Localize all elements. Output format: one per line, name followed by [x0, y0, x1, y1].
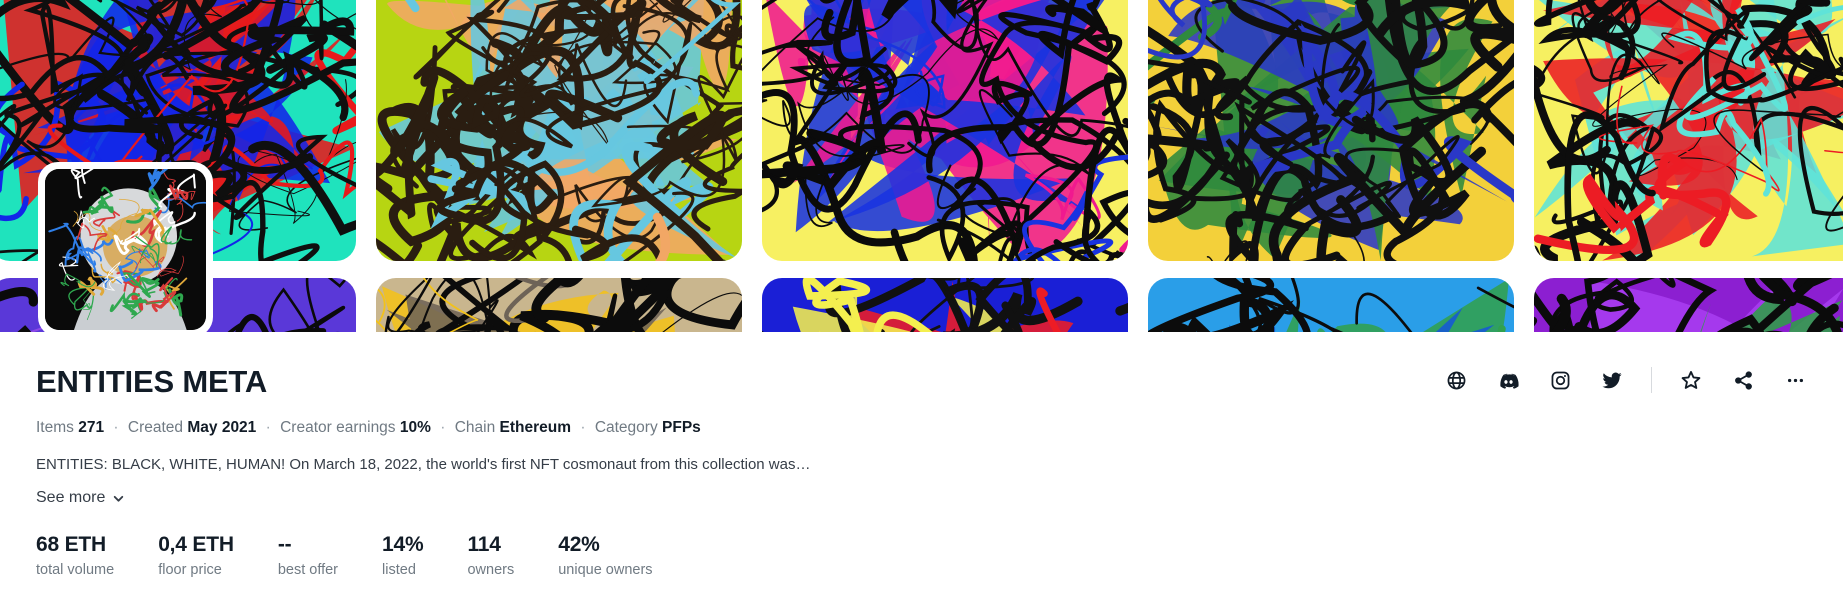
collection-page: ENTITIES META Items 271 · Created May 20… — [0, 0, 1843, 603]
stat-listed: 14% listed — [382, 533, 424, 578]
more-icon — [1785, 370, 1806, 391]
stat-label: listed — [382, 561, 416, 578]
banner-tile[interactable] — [762, 278, 1128, 332]
meta-separator: · — [113, 419, 119, 437]
stat-best-offer: -- best offer — [278, 533, 338, 577]
meta-items-value: 271 — [78, 419, 105, 437]
stat-value: 14% — [382, 533, 424, 557]
meta-items-label: Items — [36, 419, 74, 437]
orange-face-on-lime — [376, 0, 742, 261]
meta-created-label: Created — [127, 419, 184, 437]
stat-unique-owners: 42% unique owners — [558, 533, 652, 577]
chevron-down-icon — [112, 492, 125, 505]
stat-value: 68 ETH — [36, 533, 106, 557]
collection-header: ENTITIES META Items 271 · Created May 20… — [0, 332, 1843, 578]
red-yellow-abstract — [762, 278, 1128, 332]
stat-value: -- — [277, 533, 292, 557]
banner-tile[interactable] — [1148, 278, 1514, 332]
meta-created-value: May 2021 — [187, 419, 257, 437]
share-icon-button[interactable] — [1717, 359, 1769, 401]
banner-tile[interactable] — [1148, 0, 1514, 261]
see-more-button[interactable]: See more — [36, 489, 125, 507]
stat-label: best offer — [277, 561, 339, 578]
stat-label: total volume — [36, 561, 115, 578]
instagram-icon — [1550, 370, 1571, 391]
meta-chain-label: Chain — [454, 419, 496, 437]
banner-tile[interactable] — [1534, 0, 1843, 261]
globe-icon-button[interactable] — [1430, 359, 1482, 401]
meta-separator: · — [440, 419, 446, 437]
banner-tile[interactable] — [1534, 278, 1843, 332]
pink-face-blue-hair — [762, 0, 1128, 261]
star-icon — [1680, 369, 1702, 391]
actions-divider — [1651, 367, 1652, 393]
stat-label: unique owners — [558, 561, 653, 578]
stat-label: owners — [467, 561, 515, 578]
twitter-icon-button[interactable] — [1586, 359, 1638, 401]
instagram-icon-button[interactable] — [1534, 359, 1586, 401]
banner-tile[interactable] — [376, 0, 742, 261]
meta-separator: · — [580, 419, 586, 437]
star-icon-button[interactable] — [1665, 359, 1717, 401]
stat-total-volume: 68 ETH total volume — [36, 533, 114, 577]
collection-stats: 68 ETH total volume 0,4 ETH floor price -- be… — [36, 533, 1843, 577]
stat-value: 0,4 ETH — [158, 533, 234, 557]
collection-banner — [0, 0, 1843, 332]
stat-value: 114 — [467, 533, 501, 557]
banner-tile[interactable] — [376, 278, 742, 332]
collection-avatar[interactable] — [38, 162, 213, 337]
meta-earnings-value: 10% — [399, 419, 431, 437]
share-icon — [1733, 370, 1754, 391]
collection-description: ENTITIES: BLACK, WHITE, HUMAN! On March … — [36, 456, 811, 474]
yellow-face-green-hair — [1148, 0, 1514, 261]
meta-category-label: Category — [594, 419, 658, 437]
see-more-label: See more — [36, 489, 106, 507]
globe-icon — [1446, 370, 1467, 391]
more-icon-button[interactable] — [1769, 359, 1821, 401]
discord-icon — [1497, 369, 1520, 392]
collection-actions — [1430, 359, 1821, 401]
gold-beige-abstract — [376, 278, 742, 332]
purple-green-abstract — [1534, 278, 1843, 332]
green-blue-abstract — [1148, 278, 1514, 332]
banner-row-1 — [0, 0, 1843, 261]
discord-icon-button[interactable] — [1482, 359, 1534, 401]
collection-meta: Items 271 · Created May 2021 · Creator e… — [36, 418, 1843, 438]
stat-floor-price: 0,4 ETH floor price — [158, 533, 234, 577]
cyan-face-red-hair — [1534, 0, 1843, 261]
banner-row-2 — [0, 278, 1843, 332]
meta-chain-value[interactable]: Ethereum — [500, 419, 572, 436]
banner-tile[interactable] — [762, 0, 1128, 261]
meta-category-value[interactable]: PFPs — [662, 419, 701, 436]
stat-value: 42% — [558, 533, 600, 557]
meta-earnings-label: Creator earnings — [280, 419, 396, 437]
stat-label: floor price — [158, 561, 222, 578]
meta-separator: · — [265, 419, 271, 437]
avatar-image — [45, 169, 206, 330]
stat-owners: 114 owners — [467, 533, 514, 577]
twitter-icon — [1601, 369, 1623, 391]
